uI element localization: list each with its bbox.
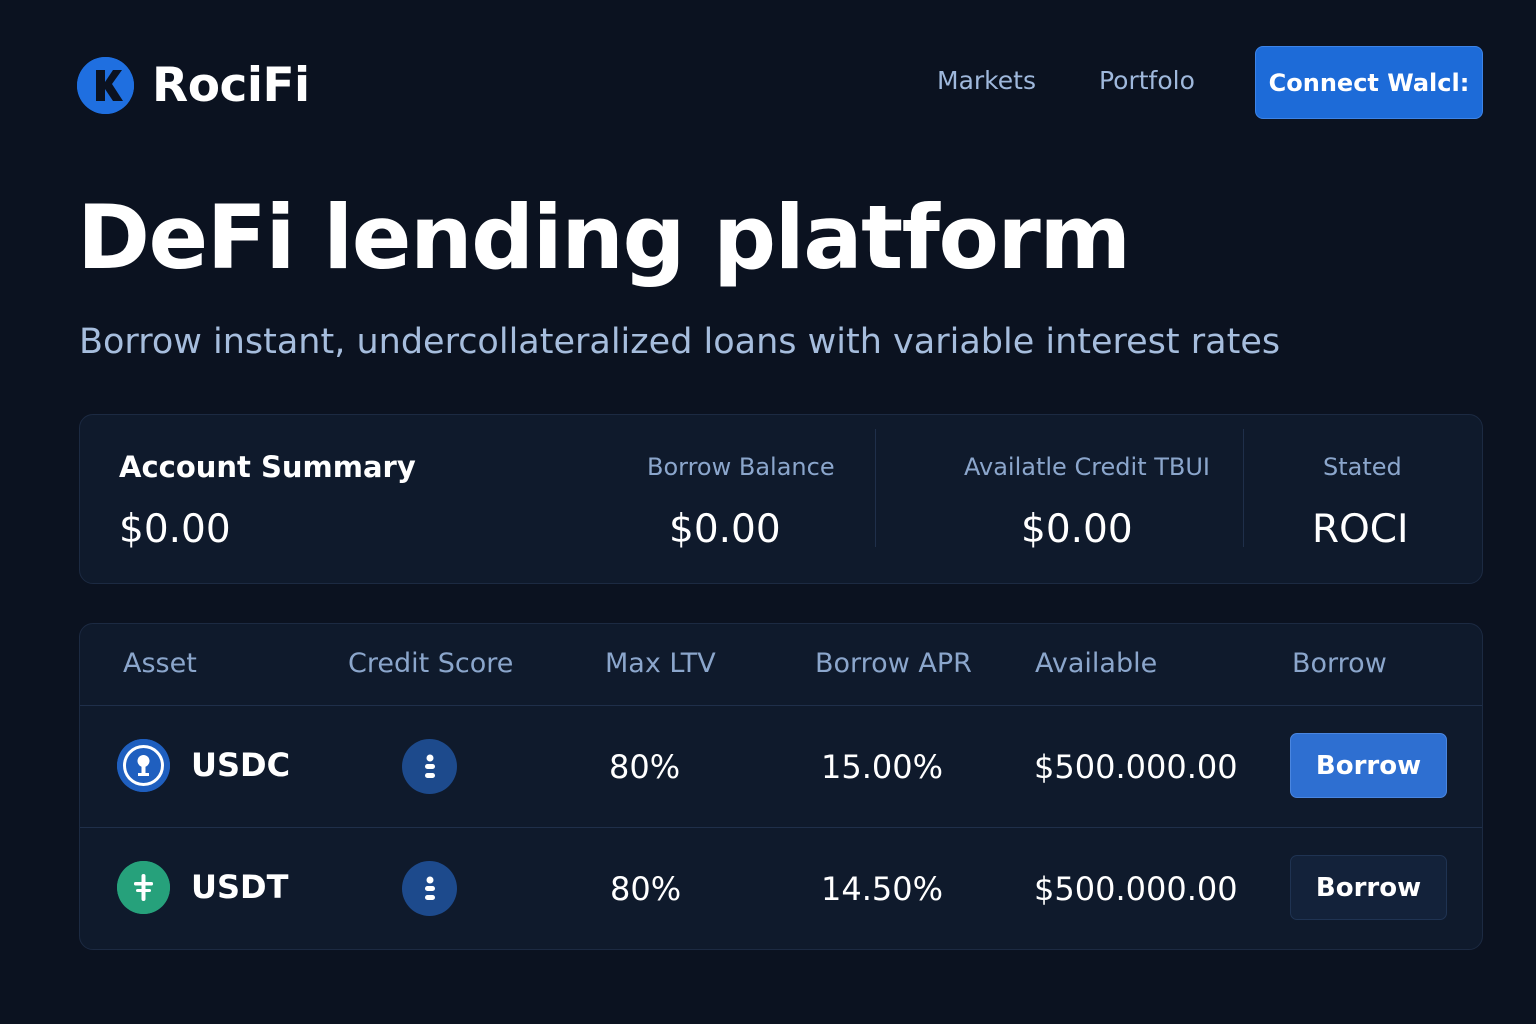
summary-divider: [875, 429, 876, 547]
max-ltv-value: 80%: [610, 870, 682, 908]
borrow-apr-value: 15.00%: [821, 748, 944, 786]
borrow-apr-value: 14.50%: [821, 870, 944, 908]
page: RociFi Markets Portfolo Connect Walcl: D…: [0, 0, 1536, 1024]
borrow-balance-label: Borrow Balance: [647, 453, 835, 481]
borrow-button[interactable]: Borrow: [1290, 733, 1447, 798]
header-available: Available: [1035, 648, 1158, 679]
available-credit-label: Availatle Credit TBUI: [964, 453, 1211, 481]
available-value: $500.000.00: [1034, 870, 1238, 908]
usdc-icon: [117, 739, 170, 792]
available-value: $500.000.00: [1034, 748, 1238, 786]
max-ltv-value: 80%: [609, 748, 681, 786]
table-row: USDT 80% 14.50% $500.000.00 Borrow: [80, 828, 1482, 949]
header-asset: Asset: [123, 648, 197, 679]
borrow-button[interactable]: Borrow: [1290, 855, 1447, 920]
asset-name: USDC: [191, 746, 291, 784]
asset-name: USDT: [191, 868, 289, 906]
summary-divider: [1243, 429, 1244, 547]
rocifi-logo-icon: [77, 57, 134, 114]
logo-text: RociFi: [152, 58, 310, 113]
asset-table: Asset Credit Score Max LTV Borrow APR Av…: [79, 623, 1483, 950]
usdt-icon: [117, 861, 170, 914]
credit-score-icon[interactable]: [402, 739, 457, 794]
stated-value: ROCI: [1312, 507, 1409, 552]
table-row: USDC 80% 15.00% $500.000.00 Borrow: [80, 706, 1482, 828]
page-subtitle: Borrow instant, undercollateralized loan…: [79, 322, 1281, 362]
borrow-balance-value: $0.00: [669, 507, 781, 552]
nav-markets[interactable]: Markets: [937, 66, 1036, 95]
header-max-ltv: Max LTV: [605, 648, 716, 679]
table-header-row: Asset Credit Score Max LTV Borrow APR Av…: [80, 624, 1482, 706]
stated-label: Stated: [1323, 453, 1402, 481]
credit-score-icon[interactable]: [402, 861, 457, 916]
available-credit-value: $0.00: [1021, 507, 1133, 552]
account-summary-total: $0.00: [119, 507, 231, 552]
header-borrow-apr: Borrow APR: [815, 648, 972, 679]
header-credit-score: Credit Score: [348, 648, 514, 679]
nav-portfolio[interactable]: Portfolo: [1099, 66, 1195, 95]
page-title: DeFi lending platform: [77, 186, 1131, 289]
logo[interactable]: RociFi: [77, 57, 310, 114]
account-summary-card: Account Summary $0.00 Borrow Balance $0.…: [79, 414, 1483, 584]
header-borrow: Borrow: [1292, 648, 1387, 679]
connect-wallet-button[interactable]: Connect Walcl:: [1255, 46, 1483, 119]
account-summary-title: Account Summary: [119, 450, 416, 484]
